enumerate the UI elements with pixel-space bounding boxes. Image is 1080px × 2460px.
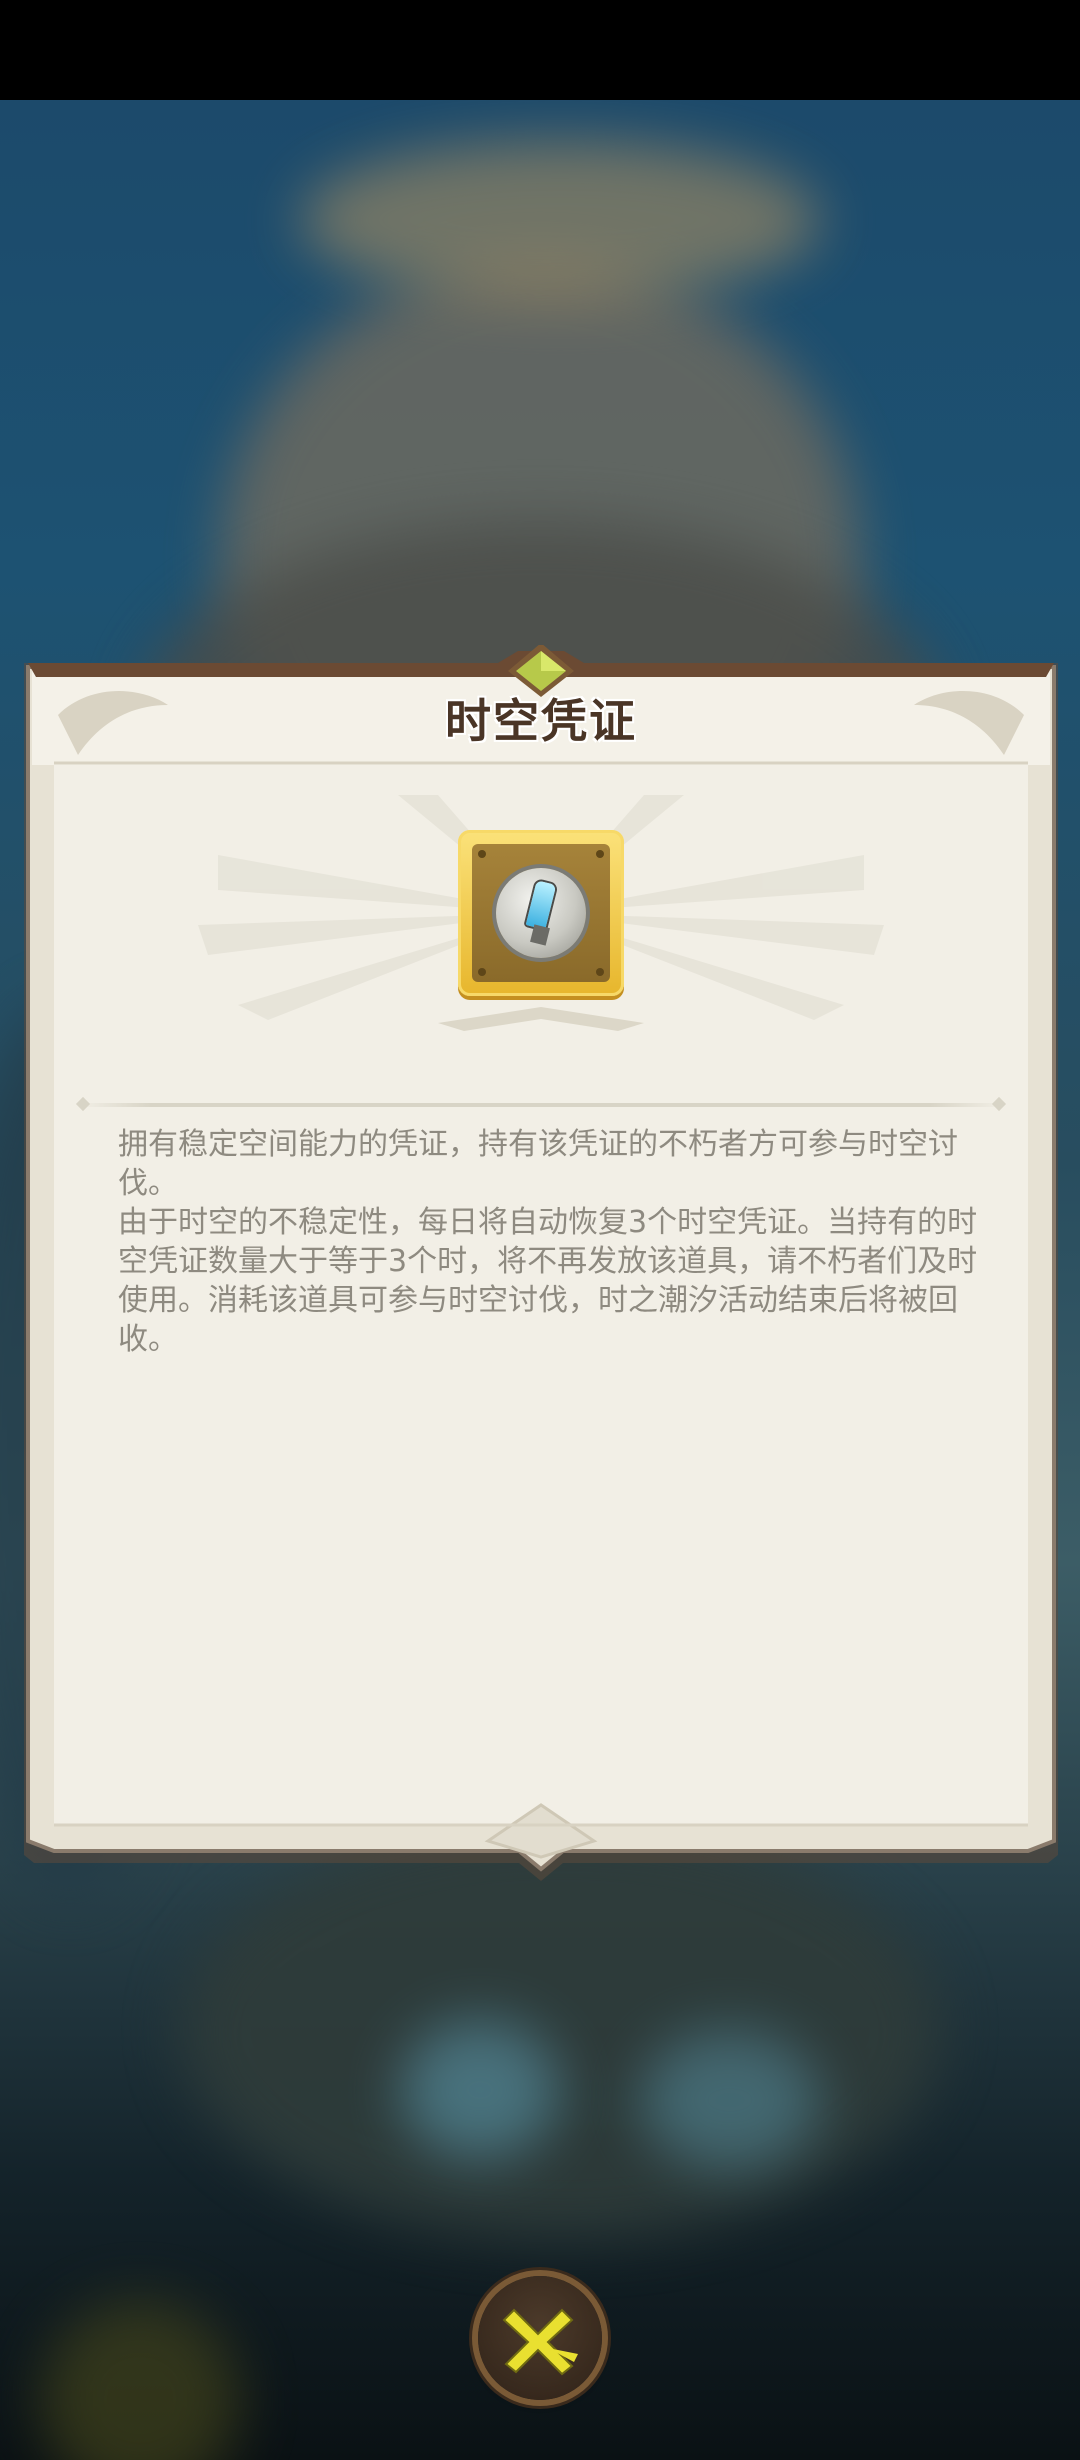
close-icon: [502, 2308, 578, 2376]
time-space-voucher-icon: [496, 868, 586, 958]
screen: 时空凭证 拥有稳定空间能力的凭证，持有该凭证的不朽者方可参与时空讨伐。 由于时空…: [0, 0, 1080, 2460]
divider: [78, 1103, 1004, 1107]
dialog-title: 时空凭证: [445, 694, 637, 748]
item-display: [18, 795, 1064, 1035]
item-description: 拥有稳定空间能力的凭证，持有该凭证的不朽者方可参与时空讨伐。 由于时空的不稳定性…: [118, 1125, 978, 1359]
close-button[interactable]: [478, 2276, 602, 2400]
item-detail-dialog: 时空凭证 拥有稳定空间能力的凭证，持有该凭证的不朽者方可参与时空讨伐。 由于时空…: [18, 645, 1064, 1885]
description-line-1: 拥有稳定空间能力的凭证，持有该凭证的不朽者方可参与时空讨伐。: [118, 1127, 958, 1201]
status-bar: [0, 0, 1080, 100]
description-line-2: 由于时空的不稳定性，每日将自动恢复3个时空凭证。当持有的时空凭证数量大于等于3个…: [118, 1205, 978, 1357]
item-slot: [458, 830, 624, 996]
